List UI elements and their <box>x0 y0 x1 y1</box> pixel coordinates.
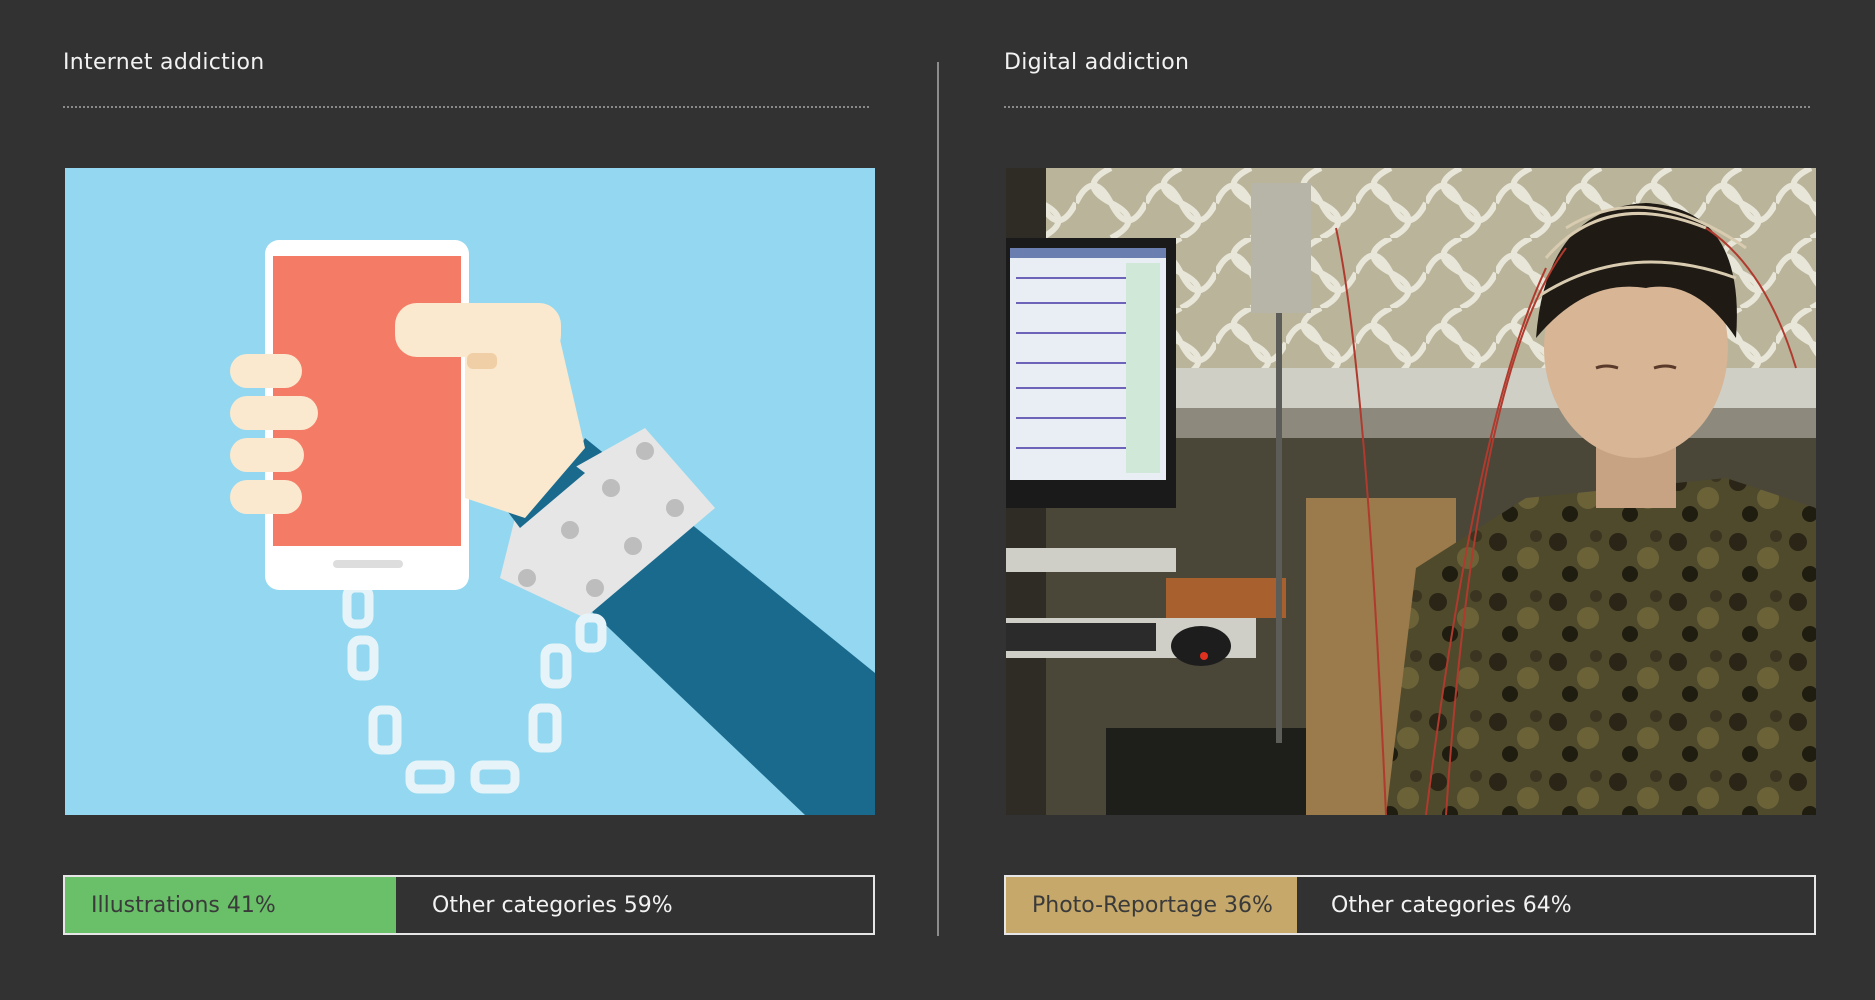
panel-title: Internet addiction <box>63 50 265 75</box>
category-share-bar: Illustrations 41% Other categories 59% <box>63 875 875 935</box>
dotted-separator <box>63 106 869 108</box>
category-share-segment: Photo-Reportage 36% <box>1006 877 1297 933</box>
eeg-cap-photo <box>1006 168 1816 815</box>
other-share-segment: Other categories 59% <box>396 877 873 933</box>
phone-handcuff-illustration <box>65 168 875 815</box>
photo-image <box>1006 168 1816 815</box>
other-share-label: Other categories 59% <box>432 892 673 918</box>
category-share-bar: Photo-Reportage 36% Other categories 64% <box>1004 875 1816 935</box>
category-share-label: Illustrations 41% <box>91 892 276 918</box>
other-share-segment: Other categories 64% <box>1297 877 1814 933</box>
category-share-label: Photo-Reportage 36% <box>1032 892 1273 918</box>
category-share-segment: Illustrations 41% <box>65 877 396 933</box>
other-share-label: Other categories 64% <box>1331 892 1572 918</box>
illustration-image <box>65 168 875 815</box>
dotted-separator <box>1004 106 1810 108</box>
vertical-divider <box>937 62 939 936</box>
panel-title: Digital addiction <box>1004 50 1190 75</box>
